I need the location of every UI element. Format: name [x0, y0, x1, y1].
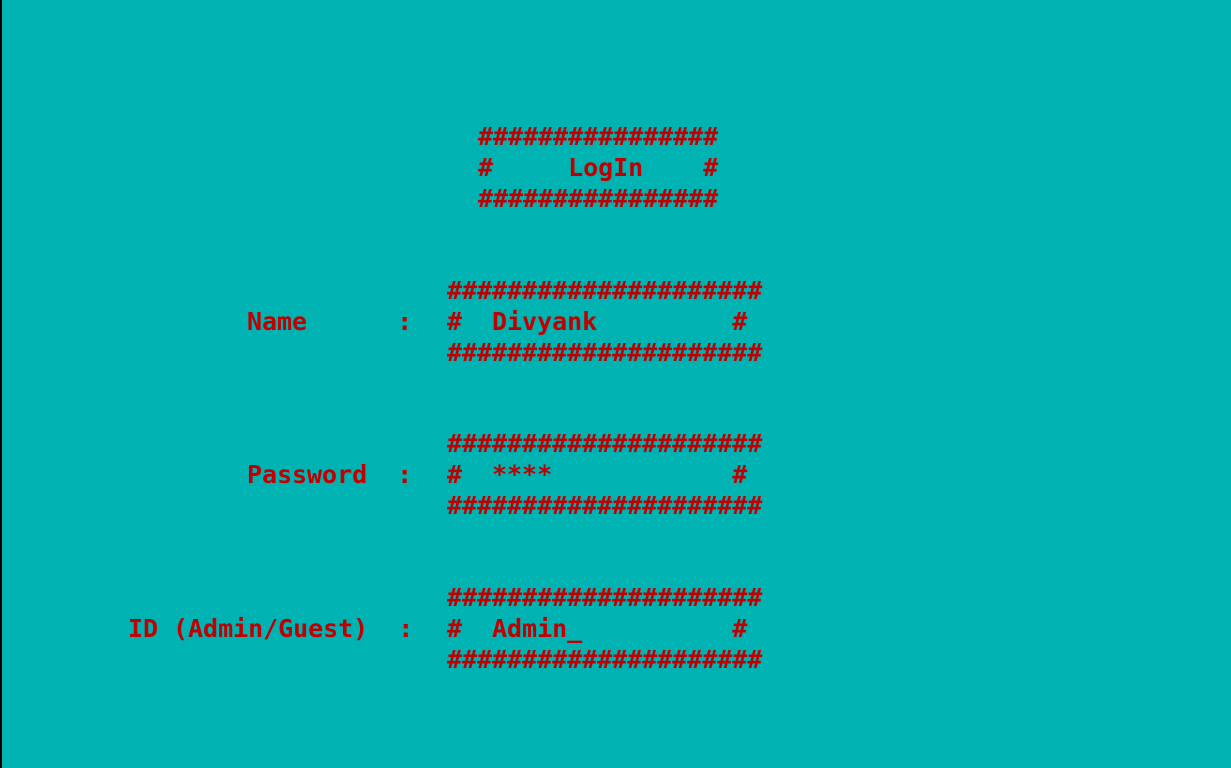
title-text: # LogIn # [478, 153, 719, 182]
name-field[interactable]: # Divyank # [447, 307, 747, 337]
password-field-border-top: ##################### [447, 429, 763, 458]
dos-console-screen: ################ # LogIn # #############… [2, 0, 1231, 768]
id-field-border-top: ##################### [447, 583, 763, 612]
password-label: Password : [247, 460, 413, 489]
name-label: Name : [247, 307, 413, 336]
id-field[interactable]: # Admin_ # [447, 614, 747, 644]
name-field-border-top: ##################### [447, 276, 763, 305]
id-label: ID (Admin/Guest) : [128, 614, 414, 643]
title-border-bottom: ################ [478, 184, 719, 213]
title-border-top: ################ [478, 122, 719, 151]
password-field-border-bottom: ##################### [447, 491, 763, 520]
password-field[interactable]: # **** # [447, 460, 747, 490]
name-field-border-bottom: ##################### [447, 338, 763, 367]
id-field-border-bottom: ##################### [447, 645, 763, 674]
